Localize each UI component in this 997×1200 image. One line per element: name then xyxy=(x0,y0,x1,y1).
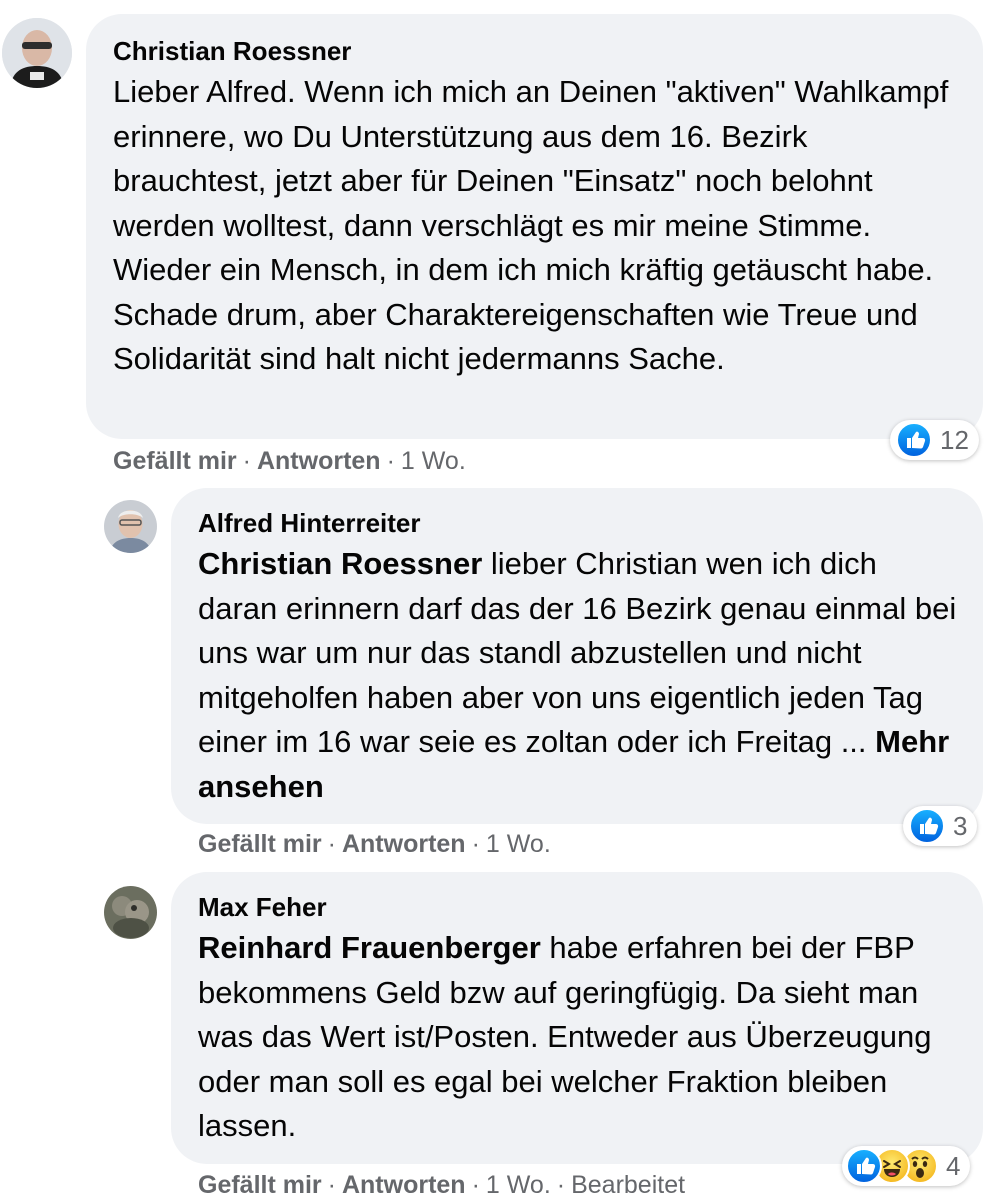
reaction-summary[interactable]: 12 xyxy=(890,420,979,460)
edited-label[interactable]: Bearbeitet xyxy=(571,1171,685,1199)
mention-link[interactable]: Reinhard Frauenberger xyxy=(198,930,541,965)
timestamp[interactable]: 1 Wo. xyxy=(486,830,551,858)
like-button[interactable]: Gefällt mir xyxy=(198,1171,322,1199)
like-icon xyxy=(846,1148,882,1184)
mention-link[interactable]: Christian Roessner xyxy=(198,546,482,581)
separator: · xyxy=(556,1171,566,1199)
comment-actions: Gefällt mir · Antworten · 1 Wo. xyxy=(198,829,551,859)
comment-bubble: Max Feher Reinhard Frauenberger habe erf… xyxy=(171,872,983,1164)
reaction-summary[interactable]: 4 xyxy=(842,1146,971,1186)
comment-text: Reinhard Frauenberger habe erfahren bei … xyxy=(198,926,957,1149)
comment-text: Christian Roessner lieber Christian wen … xyxy=(198,542,957,809)
timestamp[interactable]: 1 Wo. xyxy=(486,1171,551,1199)
reaction-summary[interactable]: 3 xyxy=(903,806,978,846)
comment-author[interactable]: Alfred Hinterreiter xyxy=(198,508,957,538)
comment-text: Lieber Alfred. Wenn ich mich an Deinen "… xyxy=(113,74,949,376)
separator: · xyxy=(386,447,395,475)
separator: · xyxy=(327,830,336,858)
comment-bubble: Christian Roessner Lieber Alfred. Wenn i… xyxy=(86,14,983,439)
like-icon xyxy=(909,808,945,844)
separator: · xyxy=(327,1171,336,1199)
reaction-count: 4 xyxy=(946,1150,961,1181)
reply-button[interactable]: Antworten xyxy=(342,1171,466,1199)
separator: · xyxy=(471,830,480,858)
avatar[interactable] xyxy=(104,500,157,553)
reply-button[interactable]: Antworten xyxy=(342,830,466,858)
timestamp[interactable]: 1 Wo. xyxy=(401,447,466,475)
comment-author[interactable]: Christian Roessner xyxy=(113,36,957,66)
separator: · xyxy=(242,447,251,475)
avatar[interactable] xyxy=(2,18,72,88)
comment-bubble: Alfred Hinterreiter Christian Roessner l… xyxy=(171,488,983,824)
like-icon xyxy=(896,422,932,458)
comment-author[interactable]: Max Feher xyxy=(198,892,957,922)
reaction-count: 3 xyxy=(953,810,968,841)
reaction-count: 12 xyxy=(940,424,969,455)
like-button[interactable]: Gefällt mir xyxy=(113,447,237,475)
like-button[interactable]: Gefällt mir xyxy=(198,830,322,858)
separator: · xyxy=(471,1171,480,1199)
avatar[interactable] xyxy=(104,886,157,939)
reply-button[interactable]: Antworten xyxy=(257,447,381,475)
comment-actions: Gefällt mir · Antworten · 1 Wo. xyxy=(113,446,466,476)
